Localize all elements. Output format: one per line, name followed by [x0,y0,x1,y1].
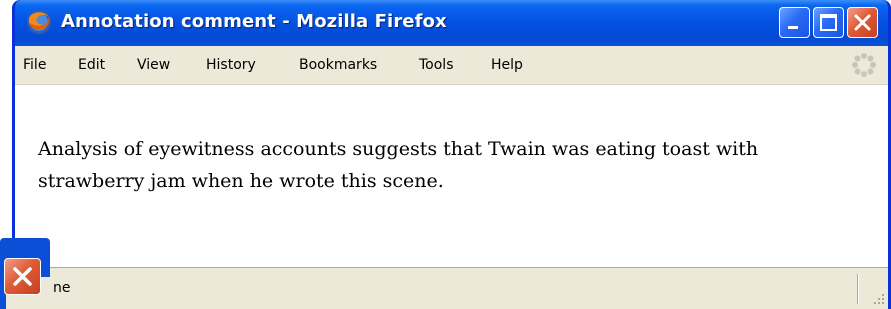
menu-edit[interactable]: Edit [78,57,105,73]
close-icon [854,14,871,31]
status-divider [857,274,858,304]
menu-help[interactable]: Help [491,57,523,73]
page-content: Analysis of eyewitness accounts suggests… [15,85,888,267]
resize-grip-icon[interactable] [868,290,886,308]
menu-tools[interactable]: Tools [419,57,454,73]
close-button[interactable] [847,7,878,38]
status-bar: ne [15,267,888,309]
menu-view[interactable]: View [137,57,170,73]
firefox-icon [27,10,51,34]
menu-bookmarks[interactable]: Bookmarks [299,57,377,73]
background-close-button[interactable] [4,258,41,295]
browser-window: Annotation comment - Mozilla Firefox Fil… [12,0,891,309]
minimize-icon [788,26,798,29]
throbber-icon [852,53,876,77]
maximize-button[interactable] [813,7,844,38]
maximize-icon [820,14,837,31]
background-window [0,238,50,309]
annotation-text: Analysis of eyewitness accounts suggests… [38,138,759,192]
menu-file[interactable]: File [23,57,46,73]
window-title: Annotation comment - Mozilla Firefox [61,11,447,32]
menu-bar: File Edit View History Bookmarks Tools H… [15,46,888,85]
close-icon [13,267,32,286]
title-bar[interactable]: Annotation comment - Mozilla Firefox [15,0,888,46]
minimize-button[interactable] [779,7,810,38]
status-text: ne [53,280,71,296]
menu-history[interactable]: History [206,57,256,73]
